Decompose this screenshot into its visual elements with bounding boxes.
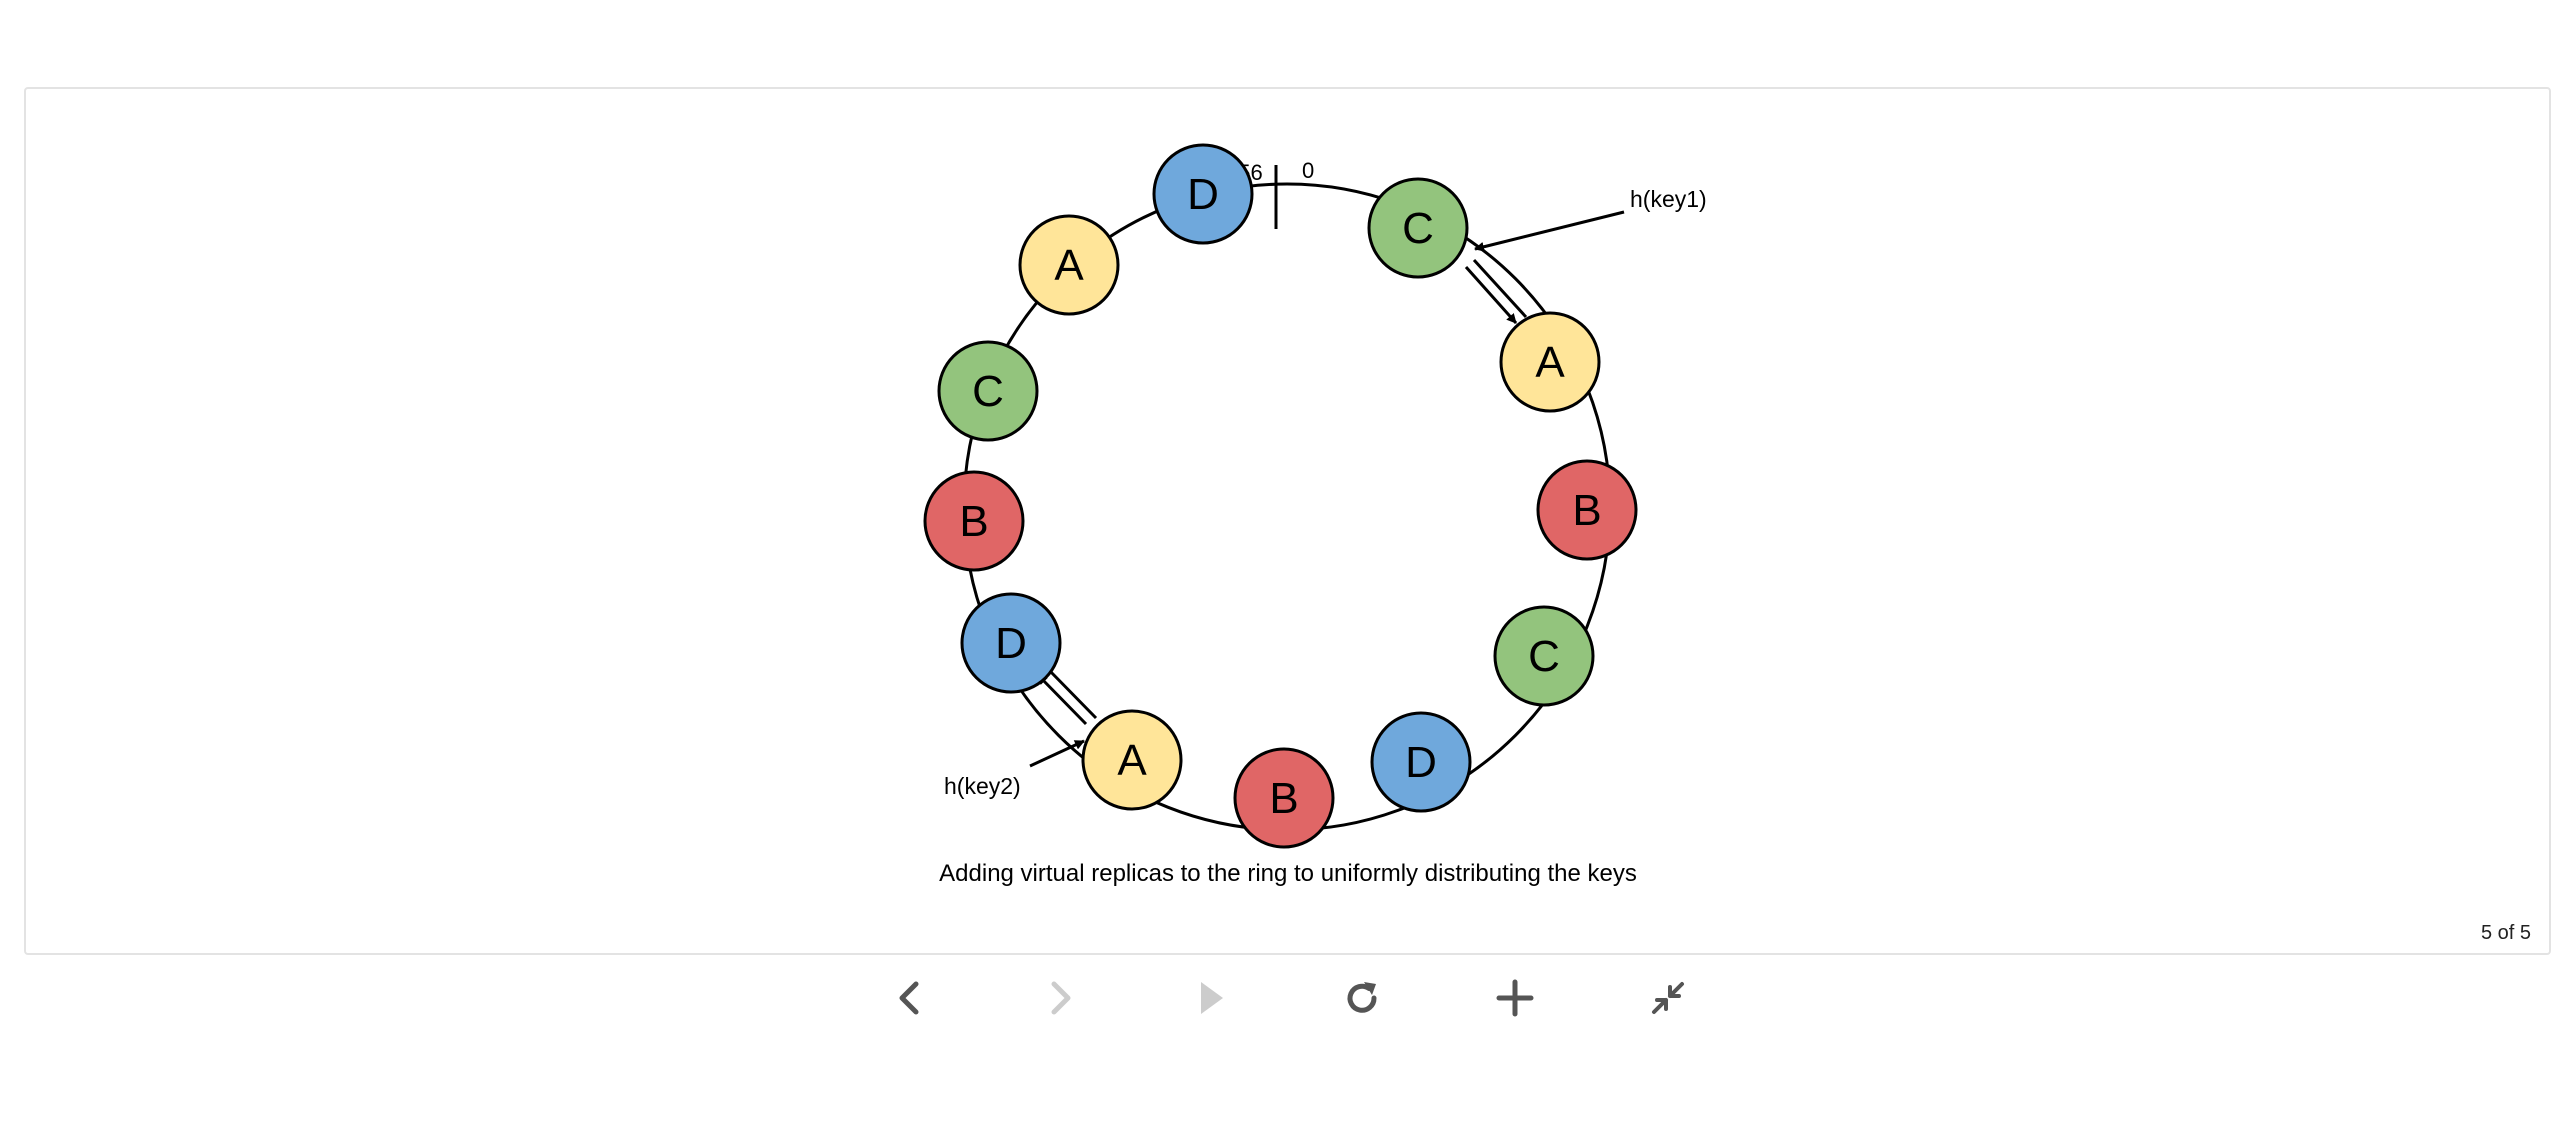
- figure-caption: Adding virtual replicas to the ring to u…: [939, 860, 1637, 887]
- slide-counter: 5 of 5: [2480, 922, 2531, 944]
- node-label: B: [1269, 774, 1298, 823]
- play-icon: [1201, 982, 1223, 1014]
- node-label: A: [1054, 241, 1084, 290]
- node-label: D: [1405, 738, 1437, 787]
- ring-node-d-top: D: [1152, 143, 1254, 245]
- reload-icon: [1347, 982, 1377, 1013]
- ring-node-b-left: B: [923, 470, 1025, 572]
- node-label: C: [972, 367, 1004, 416]
- ring-node-c-bottom-right: C: [1493, 605, 1595, 707]
- ring-node-a-bottom-left: A: [1081, 709, 1183, 811]
- key2-pointer-arrow: [1029, 739, 1085, 768]
- key1-assignment-arrow: [1464, 266, 1518, 324]
- ring-node-d-bottom-right: D: [1370, 711, 1472, 813]
- ring-node-a-right: A: [1499, 311, 1601, 413]
- ring-node-d-left: D: [960, 592, 1062, 694]
- node-label: A: [1535, 338, 1565, 387]
- key2-label: h(key2): [944, 773, 1021, 799]
- previous-icon: [899, 981, 919, 1015]
- next-button[interactable]: [1032, 970, 1088, 1026]
- zoom-in-button[interactable]: [1487, 970, 1543, 1026]
- ring-node-c-left: C: [937, 340, 1039, 442]
- node-label: B: [1572, 486, 1601, 535]
- node-label: D: [1187, 170, 1219, 219]
- viewer-toolbar: [0, 970, 2570, 1050]
- ring-node-a-top-left: A: [1018, 214, 1120, 316]
- ring-node-b-bottom: B: [1233, 747, 1335, 849]
- ring-min-label: 0: [1302, 158, 1314, 183]
- node-label: C: [1402, 204, 1434, 253]
- play-button[interactable]: [1183, 970, 1239, 1026]
- key1-pointer-arrow: [1474, 210, 1625, 252]
- key1-assignment-track: [1472, 258, 1528, 319]
- previous-button[interactable]: [882, 970, 938, 1026]
- node-label: A: [1117, 736, 1147, 785]
- ring-node-c-top-right: C: [1367, 177, 1469, 279]
- slide-frame: 256 0 h(key1) h(key2) D C A B: [24, 87, 2551, 955]
- node-label: D: [995, 619, 1027, 668]
- collapse-button[interactable]: [1640, 970, 1696, 1026]
- next-icon: [1051, 981, 1071, 1015]
- reload-button[interactable]: [1334, 970, 1390, 1026]
- consistent-hash-ring-diagram: 256 0 h(key1) h(key2) D C A B: [923, 143, 1707, 887]
- node-label: C: [1528, 632, 1560, 681]
- zoom-in-icon: [1496, 979, 1534, 1017]
- key1-label: h(key1): [1630, 186, 1707, 212]
- ring-node-b-right: B: [1536, 459, 1638, 561]
- node-label: B: [959, 497, 988, 546]
- collapse-icon: [1652, 982, 1684, 1014]
